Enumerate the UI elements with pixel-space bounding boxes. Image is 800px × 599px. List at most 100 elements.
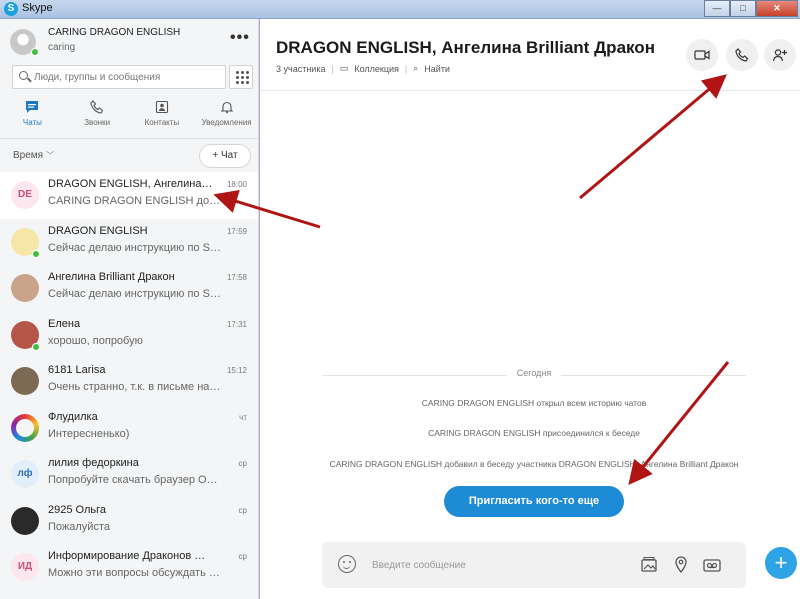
- video-camera-icon: [694, 50, 710, 60]
- add-content-button[interactable]: +: [765, 547, 797, 579]
- chat-last-message: Можно эти вопросы обсуждать в группе: [48, 567, 222, 579]
- chat-list-item[interactable]: Флудилка Интересненько) чт: [0, 405, 258, 452]
- search-box[interactable]: [12, 65, 226, 89]
- chat-last-message: Попробуйте скачать браузер Opera: [48, 474, 222, 486]
- avatar[interactable]: [11, 413, 39, 442]
- divider: |: [404, 63, 408, 74]
- more-options-icon[interactable]: •••: [230, 29, 250, 47]
- tab-contacts[interactable]: Контакты: [130, 95, 195, 135]
- tab-chats[interactable]: Чаты: [0, 95, 65, 135]
- chat-list-item[interactable]: DRAGON ENGLISH Сейчас делаю инструкцию по…: [0, 219, 258, 266]
- location-pin-icon[interactable]: [671, 555, 691, 575]
- bell-icon: [220, 101, 233, 114]
- profile-name: CARING DRAGON ENGLISH: [48, 27, 181, 38]
- window-titlebar: S Skype — □ ✕: [0, 0, 800, 19]
- avatar[interactable]: [11, 506, 39, 535]
- conversation-title[interactable]: DRAGON ENGLISH, Ангелина Brilliant Драко…: [276, 38, 676, 58]
- day-label: Сегодня: [506, 368, 562, 378]
- new-chat-label: Чат: [221, 150, 238, 161]
- chat-list-item[interactable]: Елена хорошо, попробую 17:31: [0, 312, 258, 359]
- chat-list: DE DRAGON ENGLISH, Ангелина Brilliant Дра…: [0, 172, 258, 591]
- sidebar: CARING DRAGON ENGLISH caring ••• Чаты Зв…: [0, 19, 259, 599]
- divider: |: [331, 63, 334, 74]
- chat-time: 17:59: [226, 226, 247, 236]
- chat-name: Елена: [48, 317, 81, 330]
- tab-calls-label: Звонки: [84, 118, 111, 127]
- chevron-down-icon: ﹀: [46, 151, 55, 160]
- avatar-initials: лф: [17, 468, 33, 479]
- conversation-meta: 3 участника | ▭ Коллекция | ⌕ Найти: [276, 63, 450, 74]
- contacts-icon: [155, 100, 168, 114]
- system-message: CARING DRAGON ENGLISH открыл всем истори…: [421, 398, 647, 408]
- presence-online-icon: [31, 48, 39, 56]
- tab-notifications-label: Уведомления: [201, 118, 252, 127]
- presence-online-icon: [32, 249, 40, 258]
- search-input[interactable]: [34, 69, 220, 85]
- tab-notifications[interactable]: Уведомления: [194, 95, 258, 135]
- tab-contacts-label: Контакты: [144, 118, 180, 127]
- chat-last-message: Сейчас делаю инструкцию по Skype: [48, 241, 222, 254]
- avatar[interactable]: [11, 367, 39, 395]
- add-participant-button[interactable]: [764, 39, 796, 71]
- chat-name: DRAGON ENGLISH: [48, 224, 148, 237]
- avatar-initials: DE: [18, 189, 32, 200]
- chat-last-message: Сейчас делаю инструкцию по Skype: [48, 288, 222, 300]
- profile-header[interactable]: CARING DRAGON ENGLISH caring •••: [0, 19, 258, 63]
- participants-link[interactable]: 3 участника: [276, 64, 325, 74]
- presence-online-icon: [32, 342, 40, 351]
- chat-list-item[interactable]: Ангелина Brilliant Дракон Сейчас делаю ин…: [0, 265, 258, 312]
- avatar[interactable]: [11, 274, 39, 302]
- dialpad-button[interactable]: [229, 65, 253, 89]
- find-link[interactable]: Найти: [424, 64, 450, 74]
- minimize-button[interactable]: —: [704, 0, 730, 17]
- day-separator: Сегодня: [322, 368, 746, 382]
- chat-list-item[interactable]: лф лилия федоркина Попробуйте скачать брау…: [0, 451, 258, 498]
- add-person-icon: [772, 49, 787, 62]
- chat-list-item[interactable]: ИД Информирование Драконов Dragon English…: [0, 544, 258, 591]
- conversation-header: DRAGON ENGLISH, Ангелина Brilliant Драко…: [260, 19, 800, 91]
- chat-name: 2925 Ольга: [48, 503, 106, 516]
- skype-logo-icon: S: [4, 2, 18, 16]
- chat-time: 18:00: [226, 180, 247, 189]
- chat-name: лилия федоркина: [48, 457, 139, 469]
- close-button[interactable]: ✕: [756, 0, 798, 17]
- chat-name: 6181 Larisa: [48, 364, 106, 376]
- chat-last-message: CARING DRAGON ENGLISH добавил в беседу: [48, 195, 222, 207]
- video-call-button[interactable]: [686, 39, 718, 71]
- chat-name: Ангелина Brilliant Дракон: [48, 271, 175, 283]
- avatar[interactable]: ИД: [11, 553, 39, 581]
- collection-icon: ▭: [339, 63, 349, 73]
- chat-name: Информирование Драконов Dragon English: [48, 550, 213, 562]
- chat-last-message: хорошо, попробую: [48, 334, 143, 347]
- chat-time: 15:12: [226, 366, 247, 375]
- avatar[interactable]: лф: [11, 460, 39, 488]
- tab-calls[interactable]: Звонки: [65, 95, 130, 135]
- window-title: Skype: [22, 2, 53, 14]
- sort-bar: Время ﹀ + Чат: [0, 138, 258, 172]
- chat-list-item[interactable]: DE DRAGON ENGLISH, Ангелина Brilliant Дра…: [0, 172, 258, 219]
- search-icon: [19, 71, 28, 80]
- tab-chats-label: Чаты: [22, 118, 42, 127]
- maximize-button[interactable]: □: [730, 0, 756, 17]
- chat-list-item[interactable]: 2925 Ольга Пожалуйста ср: [0, 498, 258, 545]
- chat-last-message: Очень странно, т.к. в письме написано: [48, 381, 222, 393]
- emoji-icon[interactable]: [338, 555, 356, 573]
- message-composer: [322, 542, 746, 588]
- message-input[interactable]: [372, 557, 622, 573]
- new-chat-button[interactable]: + Чат: [199, 144, 251, 168]
- sort-dropdown[interactable]: Время ﹀: [13, 150, 54, 161]
- conversation-pane: DRAGON ENGLISH, Ангелина Brilliant Драко…: [260, 19, 800, 599]
- video-message-icon[interactable]: [702, 555, 722, 575]
- chat-list-item[interactable]: 6181 Larisa Очень странно, т.к. в письме …: [0, 358, 258, 405]
- chat-time: ср: [238, 552, 247, 561]
- collection-link[interactable]: Коллекция: [354, 64, 399, 74]
- avatar[interactable]: DE: [11, 181, 39, 209]
- invite-someone-button[interactable]: Пригласить кого-то еще: [444, 486, 624, 517]
- media-gallery-icon[interactable]: [639, 555, 659, 575]
- audio-call-button[interactable]: [726, 39, 758, 71]
- chat-name: Флудилка: [48, 410, 98, 423]
- phone-icon: [90, 100, 104, 114]
- chat-icon: [26, 101, 39, 113]
- profile-status: caring: [48, 42, 76, 53]
- chat-name: DRAGON ENGLISH, Ангелина Brilliant Драко…: [48, 178, 213, 190]
